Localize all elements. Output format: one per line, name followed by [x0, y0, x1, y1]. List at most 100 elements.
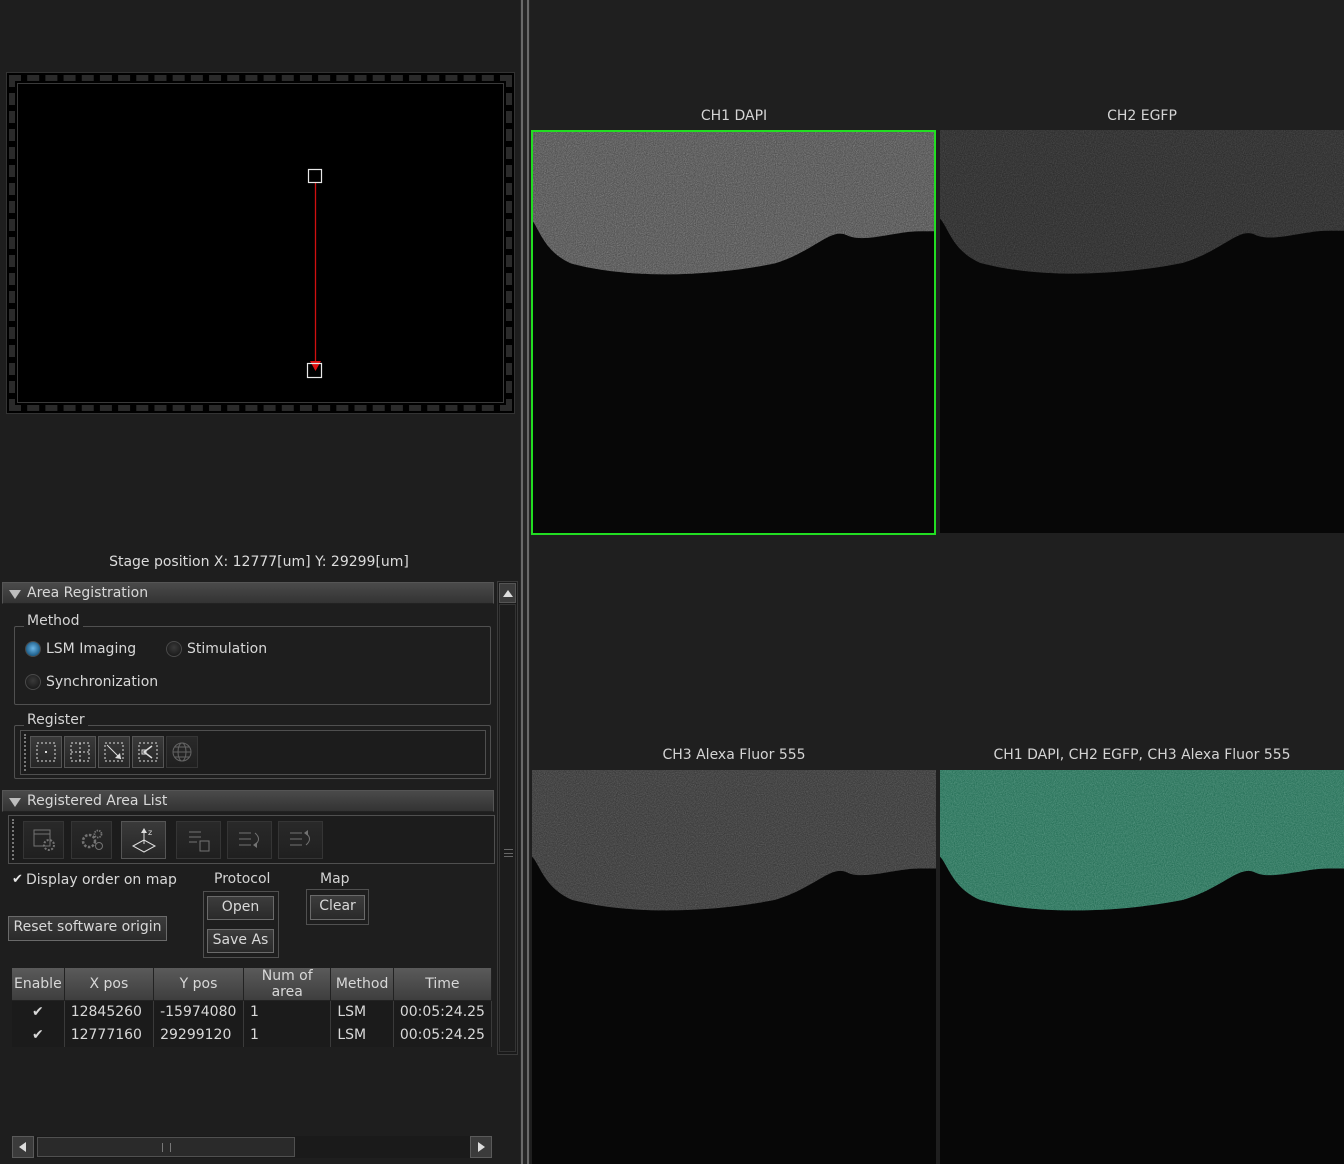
radio-selected-icon	[25, 641, 41, 657]
register-diagonal-button[interactable]	[98, 736, 130, 768]
column-y-pos[interactable]: Y pos	[153, 968, 245, 1001]
column-time[interactable]: Time	[393, 968, 493, 1001]
radio-lsm-imaging-label: LSM Imaging	[46, 641, 137, 657]
reorder-icon	[238, 832, 259, 848]
tissue-render	[531, 130, 936, 535]
reset-software-origin-button[interactable]: Reset software origin	[8, 916, 167, 941]
tissue-render	[940, 770, 1344, 1164]
display-order-checkbox[interactable]: ✔ Display order on map	[12, 871, 177, 889]
diagonal-region-icon	[104, 742, 124, 762]
map-clear-button[interactable]: Clear	[310, 895, 365, 920]
time-cell: 00:05:24.25	[393, 1023, 493, 1047]
enable-checkbox[interactable]: ✔	[12, 1023, 65, 1047]
toolbar-grip-icon	[24, 734, 26, 771]
channel-3-image[interactable]	[532, 770, 936, 1164]
stage-map[interactable]	[6, 72, 515, 414]
method-group	[14, 626, 491, 705]
delete-list-button[interactable]	[176, 821, 221, 859]
collapse-triangle-icon	[9, 798, 21, 807]
radio-synchronization-label: Synchronization	[46, 674, 159, 690]
column-enable[interactable]: Enable	[12, 968, 65, 1001]
protocol-label: Protocol	[214, 871, 271, 887]
radio-lsm-imaging[interactable]: LSM Imaging	[25, 640, 136, 658]
radio-unselected-icon	[166, 641, 182, 657]
z-stack-icon: z	[131, 828, 156, 853]
enable-checkbox[interactable]: ✔	[12, 1000, 65, 1024]
reorder-back-button[interactable]	[278, 821, 323, 859]
grip-icon	[504, 849, 513, 857]
x-pos-cell: 12845260	[64, 1000, 155, 1024]
radio-unselected-icon	[25, 674, 41, 690]
method-group-label: Method	[24, 613, 83, 629]
scroll-thumb[interactable]	[499, 604, 516, 1052]
register-globe-button[interactable]	[166, 736, 198, 768]
radio-synchronization[interactable]: Synchronization	[25, 673, 158, 691]
num-of-area-cell: 1	[243, 1000, 332, 1024]
column-method[interactable]: Method	[330, 968, 394, 1001]
gear-settings-icon	[81, 829, 103, 850]
pane-splitter[interactable]	[520, 0, 530, 1164]
radio-stimulation-label: Stimulation	[187, 641, 268, 657]
time-cell: 00:05:24.25	[393, 1000, 493, 1024]
column-x-pos[interactable]: X pos	[64, 968, 155, 1001]
toolbar-grip-icon	[12, 819, 14, 860]
collapse-triangle-icon	[9, 590, 21, 599]
map-label: Map	[320, 871, 350, 887]
protocol-save-as-button[interactable]: Save As	[207, 929, 274, 953]
area-settings-icon	[33, 829, 55, 851]
checkmark-icon: ✔	[12, 872, 23, 887]
x-pos-cell: 12777160	[64, 1023, 155, 1047]
table-row[interactable]: ✔ 12777160 29299120 1 LSM 00:05:24.25	[12, 1023, 493, 1047]
grid-region-icon	[70, 742, 90, 762]
table-header-row: Enable X pos Y pos Num of area Method Ti…	[12, 968, 493, 1001]
registered-list-toolbar: z	[8, 815, 495, 864]
globe-region-icon	[172, 742, 192, 762]
stage-area-marker-1[interactable]	[307, 168, 323, 184]
left-control-pane: Stage position X: 12777[um] Y: 29299[um]…	[0, 0, 520, 1164]
svg-text:z: z	[148, 828, 152, 837]
method-cell: LSM	[330, 1023, 394, 1047]
scroll-up-button[interactable]	[499, 583, 516, 603]
registered-area-table: Enable X pos Y pos Num of area Method Ti…	[12, 968, 493, 1047]
area-registration-title: Area Registration	[27, 585, 149, 601]
register-grid-button[interactable]	[64, 736, 96, 768]
stage-path-overlay	[306, 168, 323, 379]
merged-channel-title: CH1 DAPI, CH2 EGFP, CH3 Alexa Fluor 555	[993, 747, 1291, 763]
channel-1-image[interactable]	[531, 130, 936, 535]
channel-3-title: CH3 Alexa Fluor 555	[662, 747, 806, 763]
merged-channel-image[interactable]	[940, 770, 1344, 1164]
z-stack-button[interactable]: z	[121, 821, 166, 859]
method-cell: LSM	[330, 1000, 394, 1024]
stage-position-readout: Stage position X: 12777[um] Y: 29299[um]	[109, 554, 409, 570]
area-registration-header[interactable]: Area Registration	[2, 582, 494, 604]
horizontal-scroll-thumb[interactable]	[37, 1137, 295, 1157]
registered-area-list-title: Registered Area List	[27, 793, 168, 809]
reorder-back-icon	[289, 830, 310, 846]
tissue-render	[532, 770, 936, 1164]
scroll-right-button[interactable]	[470, 1136, 492, 1158]
horizontal-scrollbar[interactable]	[12, 1136, 492, 1158]
channel-2-title: CH2 EGFP	[1107, 108, 1177, 124]
vertical-scrollbar[interactable]	[497, 581, 518, 1055]
scroll-left-button[interactable]	[12, 1136, 34, 1158]
delete-list-icon	[188, 831, 209, 852]
reorder-button[interactable]	[227, 821, 272, 859]
register-point-button[interactable]	[30, 736, 62, 768]
column-num-of-area[interactable]: Num of area	[243, 968, 332, 1001]
register-group-label: Register	[24, 712, 88, 728]
y-pos-cell: -15974080	[153, 1000, 245, 1024]
gear-settings-button[interactable]	[71, 821, 112, 859]
channel-2-image[interactable]	[940, 130, 1344, 533]
tissue-render	[940, 130, 1344, 533]
register-polygon-button[interactable]	[132, 736, 164, 768]
y-pos-cell: 29299120	[153, 1023, 245, 1047]
point-region-icon	[36, 742, 56, 762]
register-toolbar	[20, 730, 486, 775]
radio-stimulation[interactable]: Stimulation	[166, 640, 267, 658]
image-viewer-pane: CH1 DAPI CH2 EGFP CH3 Alexa Fluor 555 CH…	[530, 0, 1344, 1164]
area-settings-button[interactable]	[23, 821, 64, 859]
registered-area-list-header[interactable]: Registered Area List	[2, 790, 494, 812]
protocol-open-button[interactable]: Open	[207, 896, 274, 920]
polygon-region-icon	[138, 742, 158, 762]
table-row[interactable]: ✔ 12845260 -15974080 1 LSM 00:05:24.25	[12, 1000, 493, 1024]
